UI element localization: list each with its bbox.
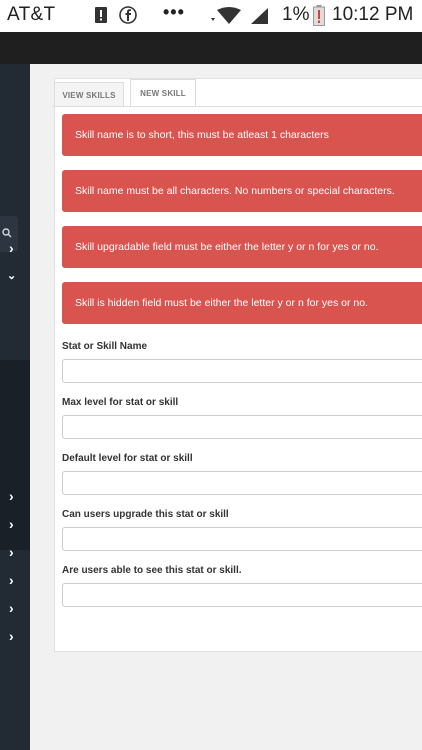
chevron-right-icon[interactable]: › [9,629,14,643]
alert-text: Skill name must be all characters. No nu… [75,185,395,197]
alert-text: Skill upgradable field must be either th… [75,241,379,253]
chevron-right-icon[interactable]: › [9,489,14,503]
chevron-right-icon[interactable]: › [9,517,14,531]
chevron-right-icon[interactable]: › [9,241,14,255]
chevron-right-icon[interactable]: › [9,545,14,559]
wifi-icon [211,7,241,24]
chevron-down-icon[interactable]: ⌄ [7,269,16,283]
clock: 10:12 PM [332,4,414,25]
tab-new-skill[interactable]: NEW SKILL [130,79,196,107]
signal-icon [251,8,268,24]
skill-name-label: Stat or Skill Name [62,341,148,352]
facebook-icon [119,6,137,24]
chevron-right-icon[interactable]: › [9,573,14,587]
error-alert: Skill upgradable field must be either th… [62,226,422,268]
default-level-label: Default level for stat or skill [62,453,193,464]
max-level-input[interactable] [62,415,422,439]
tab-divider [52,106,422,107]
chevron-right-icon[interactable]: › [9,601,14,615]
more-notifications-icon: ••• [163,2,185,22]
sim-alert-icon [95,7,107,23]
alert-text: Skill name is to short, this must be atl… [75,129,329,141]
search-icon [2,228,12,238]
tab-view-skills[interactable]: VIEW SKILLS [54,82,124,107]
upgradable-input[interactable] [62,527,422,551]
error-alert: Skill name must be all characters. No nu… [62,170,422,212]
skill-tabs: VIEW SKILLS NEW SKILL [52,79,422,107]
error-alert: Skill is hidden field must be either the… [62,282,422,324]
max-level-label: Max level for stat or skill [62,397,179,408]
battery-low-icon [313,5,325,26]
alert-text: Skill is hidden field must be either the… [75,297,368,309]
sidebar: › ⌄ › › › › › › [0,64,30,750]
visibility-label: Are users able to see this stat or skill… [62,565,242,576]
status-bar: AT&T ••• 1% 10:12 PM [0,0,422,32]
visibility-input[interactable] [62,583,422,607]
skill-name-input[interactable] [62,359,422,383]
error-alert: Skill name is to short, this must be atl… [62,114,422,156]
upgradable-label: Can users upgrade this stat or skill [62,509,229,520]
battery-percent: 1% [282,4,310,25]
default-level-input[interactable] [62,471,422,495]
app-header [0,32,422,64]
sidebar-active-section [0,360,30,550]
carrier-label: AT&T [7,4,56,25]
